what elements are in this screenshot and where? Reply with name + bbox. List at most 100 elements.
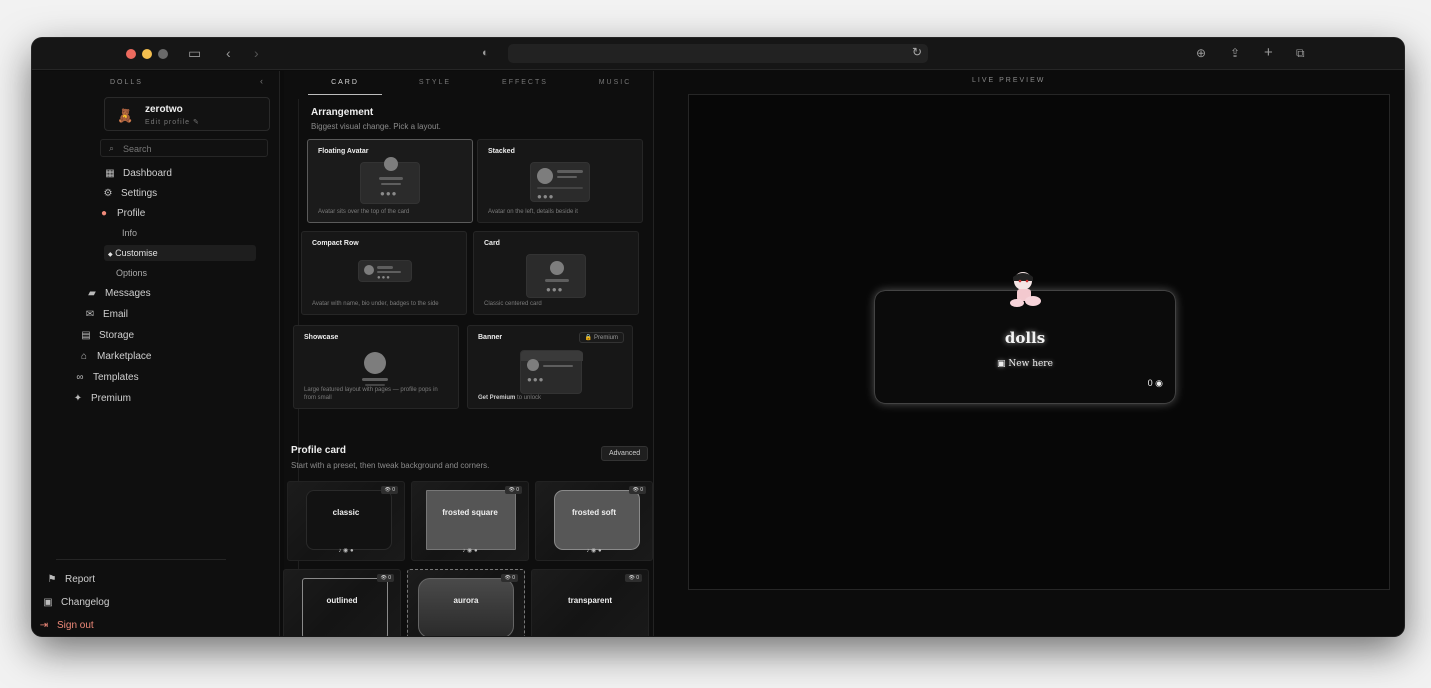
new-tab-icon[interactable]: + bbox=[1264, 44, 1273, 62]
tab-music[interactable]: MUSIC bbox=[578, 79, 652, 86]
tab-style[interactable]: STYLE bbox=[398, 79, 472, 86]
eye-icon: ◉ bbox=[1155, 378, 1163, 388]
preset-name: frosted square bbox=[442, 508, 498, 517]
tab-card[interactable]: CARD bbox=[308, 79, 382, 86]
sidebar-item-label: Dashboard bbox=[123, 167, 172, 179]
tab-effects[interactable]: EFFECTS bbox=[488, 79, 562, 86]
collapse-sidebar-icon[interactable]: ‹ bbox=[260, 76, 263, 86]
sidebar-item-label: Email bbox=[103, 308, 129, 320]
sidebar-item-storage[interactable]: ▤ Storage bbox=[80, 327, 134, 343]
reload-icon[interactable]: ↻ bbox=[912, 45, 922, 59]
mail-icon: ✉ bbox=[85, 308, 95, 320]
sidebar-item-changelog[interactable]: ▣ Changelog bbox=[42, 594, 109, 610]
layout-mock: ●●● bbox=[526, 254, 586, 298]
layout-mock: ●●● bbox=[358, 260, 412, 282]
preview-badge: ▣ New here bbox=[997, 359, 1053, 369]
view-count: 👁 0 bbox=[501, 574, 518, 582]
arrangement-option-card[interactable]: Card ●●● Classic centered card bbox=[473, 231, 639, 315]
option-description: Large featured layout with pages — profi… bbox=[304, 387, 438, 401]
sidebar-item-templates[interactable]: ∞ Templates bbox=[74, 369, 139, 385]
arrangement-option-stacked[interactable]: Stacked ●●● Avatar on the left, details … bbox=[477, 139, 643, 223]
store-icon: ⌂ bbox=[80, 350, 88, 362]
social-icons: ♪ ◉ ● bbox=[408, 635, 524, 636]
customise-panel: CARD STYLE EFFECTS MUSIC Arrangement Big… bbox=[283, 71, 654, 636]
preset-aurora[interactable]: 👁 0 aurora ♪ ◉ ● bbox=[407, 569, 525, 636]
sidebar-toggle-icon[interactable]: ▭ bbox=[188, 44, 201, 62]
live-preview-area: dolls ▣ New here 0 ◉ bbox=[688, 94, 1390, 590]
search-box[interactable]: ⌕ bbox=[100, 139, 268, 157]
dashboard-icon: ▦ bbox=[105, 167, 115, 179]
minimize-window-button[interactable] bbox=[142, 49, 152, 59]
sparkle-icon: ✦ bbox=[73, 392, 83, 404]
arrangement-option-floating-avatar[interactable]: Floating Avatar ●●● Avatar sits over the… bbox=[307, 139, 473, 223]
sidebar-item-messages[interactable]: ▰ Messages bbox=[86, 285, 150, 301]
layout-mock: ●●● bbox=[530, 162, 590, 202]
arrangement-option-compact-row[interactable]: Compact Row ●●● Avatar with name, bio un… bbox=[301, 231, 467, 315]
sidebar-item-label: Changelog bbox=[61, 596, 110, 608]
sidebar-item-report[interactable]: ⚑ Report bbox=[46, 571, 96, 587]
share-icon[interactable]: ⇪ bbox=[1230, 44, 1240, 62]
advanced-button[interactable]: Advanced bbox=[601, 446, 649, 461]
sidebar-item-profile[interactable]: ● Profile bbox=[98, 205, 145, 221]
sidebar-item-email[interactable]: ✉ Email bbox=[84, 306, 128, 322]
sidebar-item-label: Profile bbox=[117, 207, 146, 219]
panel-content: Arrangement Biggest visual change. Pick … bbox=[283, 99, 653, 636]
option-description: Avatar with name, bio under, badges to t… bbox=[312, 301, 439, 307]
edit-profile-link[interactable]: Edit profile ✎ bbox=[145, 118, 200, 126]
sidebar-item-label: Customise bbox=[115, 248, 158, 258]
sidebar-item-label: Sign out bbox=[57, 619, 94, 631]
get-premium-link[interactable]: Get Premium bbox=[478, 395, 515, 401]
user-card[interactable]: 🧸 zerotwo Edit profile ✎ bbox=[104, 97, 270, 131]
option-name: Showcase bbox=[304, 334, 339, 341]
option-description: Avatar sits over the top of the card bbox=[318, 209, 410, 215]
social-icons: ♪ ◉ ● bbox=[462, 548, 478, 554]
sidebar-item-customise[interactable]: ◆ Customise bbox=[104, 245, 256, 261]
sidebar-item-options[interactable]: Options bbox=[116, 265, 147, 281]
layout-mock: ●●● bbox=[520, 350, 583, 394]
sidebar-divider bbox=[56, 559, 226, 560]
preset-transparent[interactable]: 👁 0 transparent ♪ ◉ ● bbox=[531, 569, 649, 636]
zoom-window-button[interactable] bbox=[158, 49, 168, 59]
preview-display-name: dolls bbox=[1004, 329, 1046, 347]
preview-view-count: 0 ◉ bbox=[1147, 378, 1163, 388]
search-input[interactable] bbox=[123, 142, 253, 155]
back-arrow-icon[interactable]: ‹ bbox=[226, 44, 231, 62]
preset-classic[interactable]: 👁 0 classic ♪ ◉ ● bbox=[287, 481, 405, 561]
preset-outlined[interactable]: 👁 0 outlined ♪ ◉ ● bbox=[283, 569, 401, 636]
arrangement-option-showcase[interactable]: Showcase Large featured layout with page… bbox=[293, 325, 459, 409]
sidebar-item-marketplace[interactable]: ⌂ Marketplace bbox=[78, 348, 152, 364]
sidebar-item-premium[interactable]: ✦ Premium bbox=[72, 390, 131, 406]
badge-icon: ▣ bbox=[997, 359, 1006, 369]
option-name: Compact Row bbox=[312, 240, 359, 247]
gear-icon: ⚙ bbox=[103, 187, 113, 199]
forward-arrow-icon[interactable]: › bbox=[254, 44, 259, 62]
preset-frosted-soft[interactable]: 👁 0 frosted soft ♪ ◉ ● bbox=[535, 481, 653, 561]
storage-icon: ▤ bbox=[81, 329, 91, 341]
arrangement-subtitle: Biggest visual change. Pick a layout. bbox=[311, 122, 441, 131]
sidebar-item-settings[interactable]: ⚙ Settings bbox=[102, 185, 158, 201]
view-count: 👁 0 bbox=[625, 574, 642, 582]
arrangement-option-banner[interactable]: Banner 🔒 Premium ●●● Get Premium to unlo… bbox=[467, 325, 633, 409]
avatar bbox=[1010, 272, 1041, 307]
chat-icon: ▰ bbox=[88, 287, 96, 299]
sidebar-item-info[interactable]: Info bbox=[122, 225, 137, 241]
address-bar[interactable]: ↻ bbox=[508, 44, 928, 63]
option-description: Get Premium to unlock bbox=[478, 395, 542, 401]
preset-name: transparent bbox=[567, 596, 612, 605]
tab-overview-icon[interactable]: ⧉ bbox=[1296, 44, 1305, 62]
sidebar-item-dashboard[interactable]: ▦ Dashboard bbox=[104, 165, 172, 181]
live-preview-label: LIVE PREVIEW bbox=[972, 77, 1046, 84]
social-icons: ♪ ◉ ● bbox=[532, 635, 648, 636]
sidebar-item-label: Templates bbox=[93, 371, 139, 383]
preset-name: aurora bbox=[453, 596, 479, 605]
premium-badge: 🔒 Premium bbox=[578, 332, 624, 343]
view-count: 👁 0 bbox=[377, 574, 394, 582]
preset-frosted-square[interactable]: 👁 0 frosted square ♪ ◉ ● bbox=[411, 481, 529, 561]
download-icon[interactable]: ⊕ bbox=[1196, 44, 1206, 62]
preset-name: frosted soft bbox=[572, 508, 616, 517]
sign-out-button[interactable]: ⇥ Sign out bbox=[38, 617, 94, 633]
close-window-button[interactable] bbox=[126, 49, 136, 59]
option-name: Card bbox=[484, 240, 500, 247]
shield-icon[interactable]: ◐ bbox=[482, 44, 489, 62]
profile-card-subtitle: Start with a preset, then tweak backgrou… bbox=[291, 461, 490, 470]
